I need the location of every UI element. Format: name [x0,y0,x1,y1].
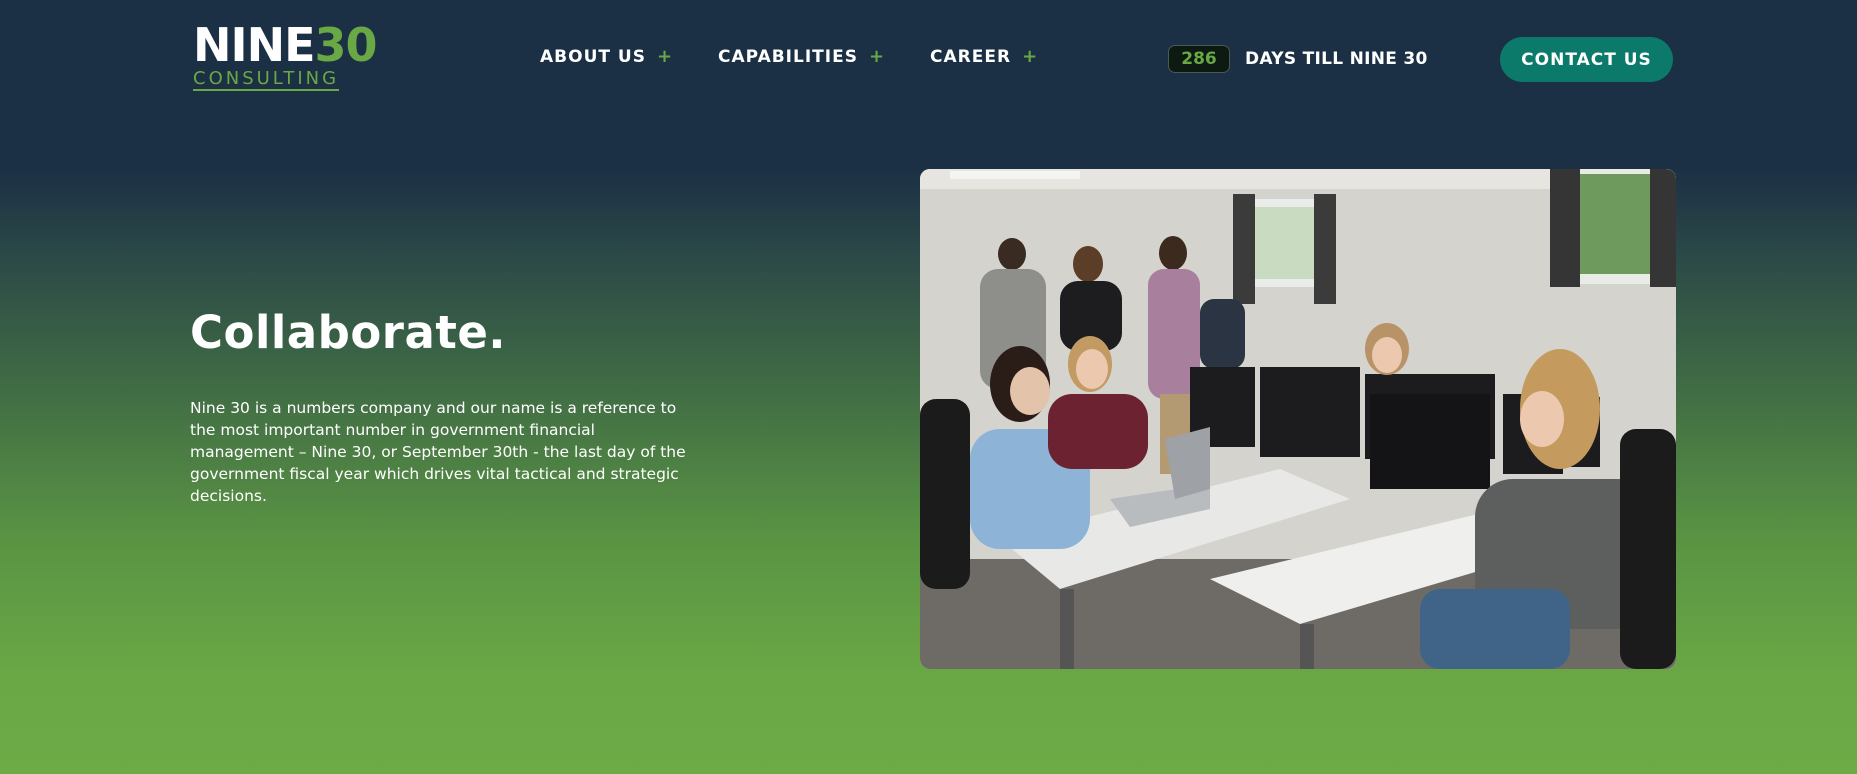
nav-career-label: CAREER [930,46,1012,67]
nav-about-us[interactable]: ABOUT US + [540,46,673,67]
site-header: NINE30 CONSULTING ABOUT US + CAPABILITIE… [0,0,1857,120]
nav-capabilities[interactable]: CAPABILITIES + [718,46,885,67]
contact-us-button[interactable]: CONTACT US [1500,37,1673,82]
nav-career[interactable]: CAREER + [930,46,1038,67]
logo-30: 30 [314,18,378,72]
logo-consulting: CONSULTING [193,68,340,91]
countdown-value: 286 [1168,45,1230,73]
days-countdown: 286 DAYS TILL NINE 30 [1168,45,1428,73]
countdown-label: DAYS TILL NINE 30 [1245,49,1428,69]
logo-nine: NINE [193,18,316,72]
plus-icon[interactable]: + [657,46,673,67]
nine30-logo[interactable]: NINE30 CONSULTING [193,22,378,92]
logo-wordmark: NINE30 [193,22,378,68]
nav-capabilities-label: CAPABILITIES [718,46,858,67]
main-nav: ABOUT US + CAPABILITIES + CAREER + [540,46,1083,67]
nav-about-us-label: ABOUT US [540,46,646,67]
office-photo-illustration [920,169,1676,669]
team-collaboration-photo [920,169,1676,669]
hero-description: Nine 30 is a numbers company and our nam… [190,399,686,505]
plus-icon[interactable]: + [1022,46,1038,67]
hero-title: Collaborate. [190,306,506,359]
plus-icon[interactable]: + [869,46,885,67]
